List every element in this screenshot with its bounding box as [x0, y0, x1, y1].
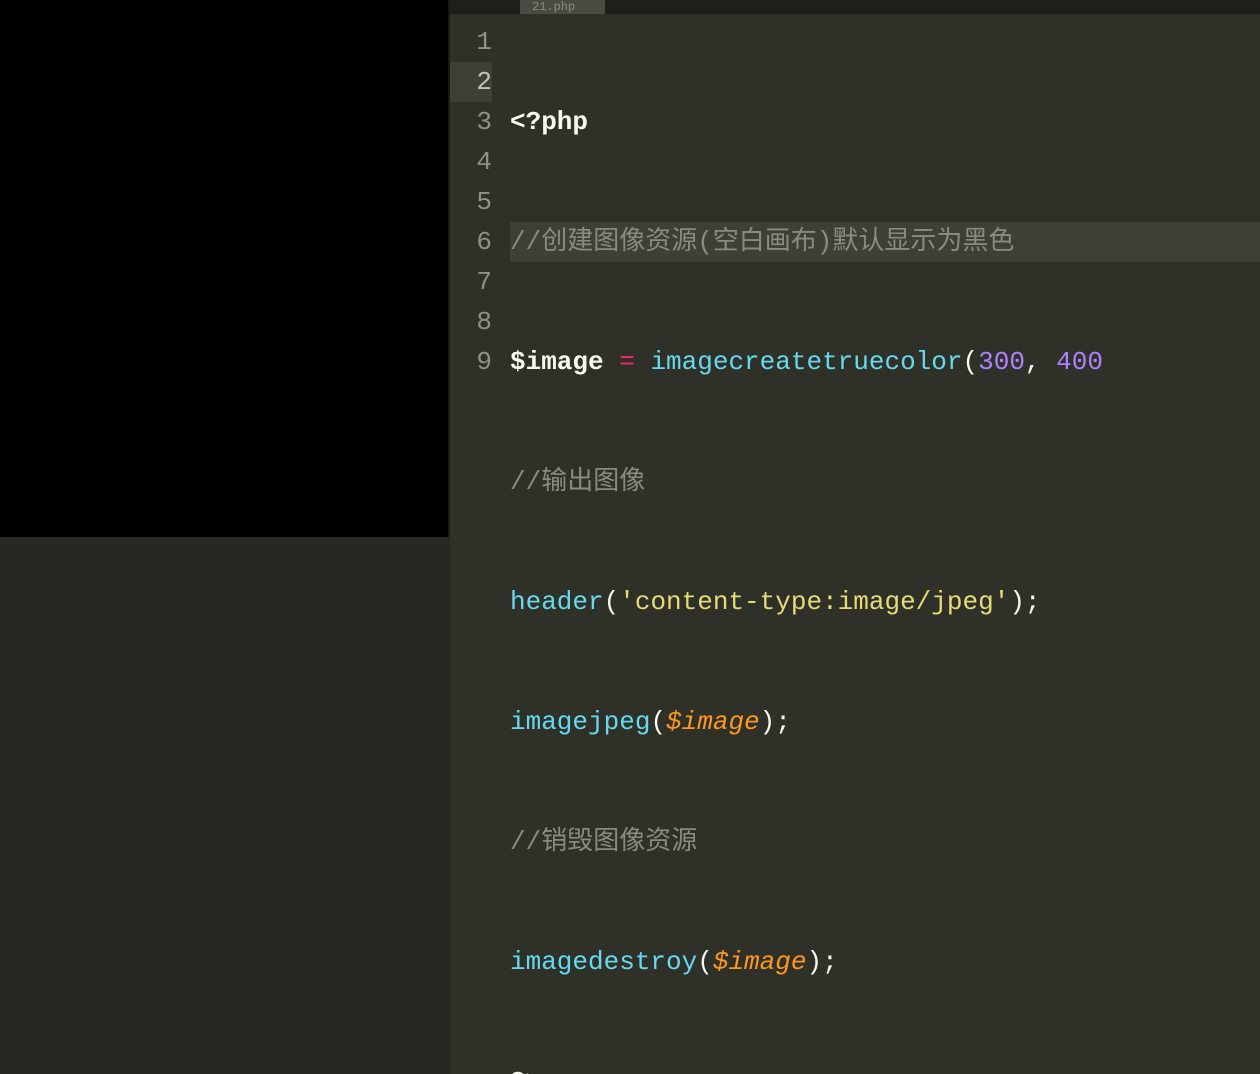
paren: ) [760, 707, 776, 737]
code-line: imagedestroy($image); [510, 942, 1260, 982]
assign-op: = [604, 347, 651, 377]
line-gutter: 1 2 3 4 5 6 7 8 9 [450, 22, 510, 1074]
function-call: imagejpeg [510, 707, 650, 737]
image-output [0, 0, 448, 537]
semicolon: ; [775, 707, 791, 737]
comment: //销毁图像资源 [510, 827, 697, 857]
comment: //输出图像 [510, 467, 645, 497]
paren: ) [806, 947, 822, 977]
code-content[interactable]: <?php //创建图像资源(空白画布)默认显示为黑色 $image = ima… [510, 22, 1260, 1074]
line-number: 1 [450, 22, 492, 62]
php-open-tag: <?php [510, 107, 588, 137]
line-number: 3 [450, 102, 492, 142]
variable-arg: $image [713, 947, 807, 977]
comma: , [1025, 347, 1056, 377]
line-number: 7 [450, 262, 492, 302]
function-call: imagecreatetruecolor [650, 347, 962, 377]
comment: //创建图像资源(空白画布)默认显示为黑色 [510, 227, 1014, 257]
semicolon: ; [1025, 587, 1041, 617]
line-number: 6 [450, 222, 492, 262]
line-number: 4 [450, 142, 492, 182]
variable-arg: $image [666, 707, 760, 737]
code-line: header('content-type:image/jpeg'); [510, 582, 1260, 622]
tab-bar: 21.php [450, 0, 1260, 14]
paren: ( [604, 587, 620, 617]
code-area[interactable]: 1 2 3 4 5 6 7 8 9 <?php //创建图像资源(空白画布)默认… [450, 14, 1260, 1074]
line-number: 5 [450, 182, 492, 222]
line-number: 9 [450, 342, 492, 382]
code-line: //输出图像 [510, 462, 1260, 502]
number-literal: 400 [1056, 347, 1103, 377]
paren: ( [963, 347, 979, 377]
editor-pane: 21.php 1 2 3 4 5 6 7 8 9 <?php //创建图像资源(… [450, 0, 1260, 537]
semicolon: ; [822, 947, 838, 977]
preview-pane [0, 0, 450, 537]
code-line: <?php [510, 102, 1260, 142]
tab-filename: 21.php [532, 0, 575, 14]
line-number: 8 [450, 302, 492, 342]
number-literal: 300 [978, 347, 1025, 377]
code-line: //销毁图像资源 [510, 822, 1260, 862]
function-call: header [510, 587, 604, 617]
code-line: ?> [510, 1062, 1260, 1074]
line-number: 2 [450, 62, 492, 102]
file-tab[interactable]: 21.php [520, 0, 605, 14]
function-call: imagedestroy [510, 947, 697, 977]
paren: ( [650, 707, 666, 737]
paren: ( [697, 947, 713, 977]
php-close-tag: ?> [510, 1067, 541, 1074]
paren: ) [1009, 587, 1025, 617]
variable: $image [510, 347, 604, 377]
code-line: //创建图像资源(空白画布)默认显示为黑色 [510, 222, 1260, 262]
code-line: $image = imagecreatetruecolor(300, 400 [510, 342, 1260, 382]
string-literal: 'content-type:image/jpeg' [619, 587, 1009, 617]
code-line: imagejpeg($image); [510, 702, 1260, 742]
